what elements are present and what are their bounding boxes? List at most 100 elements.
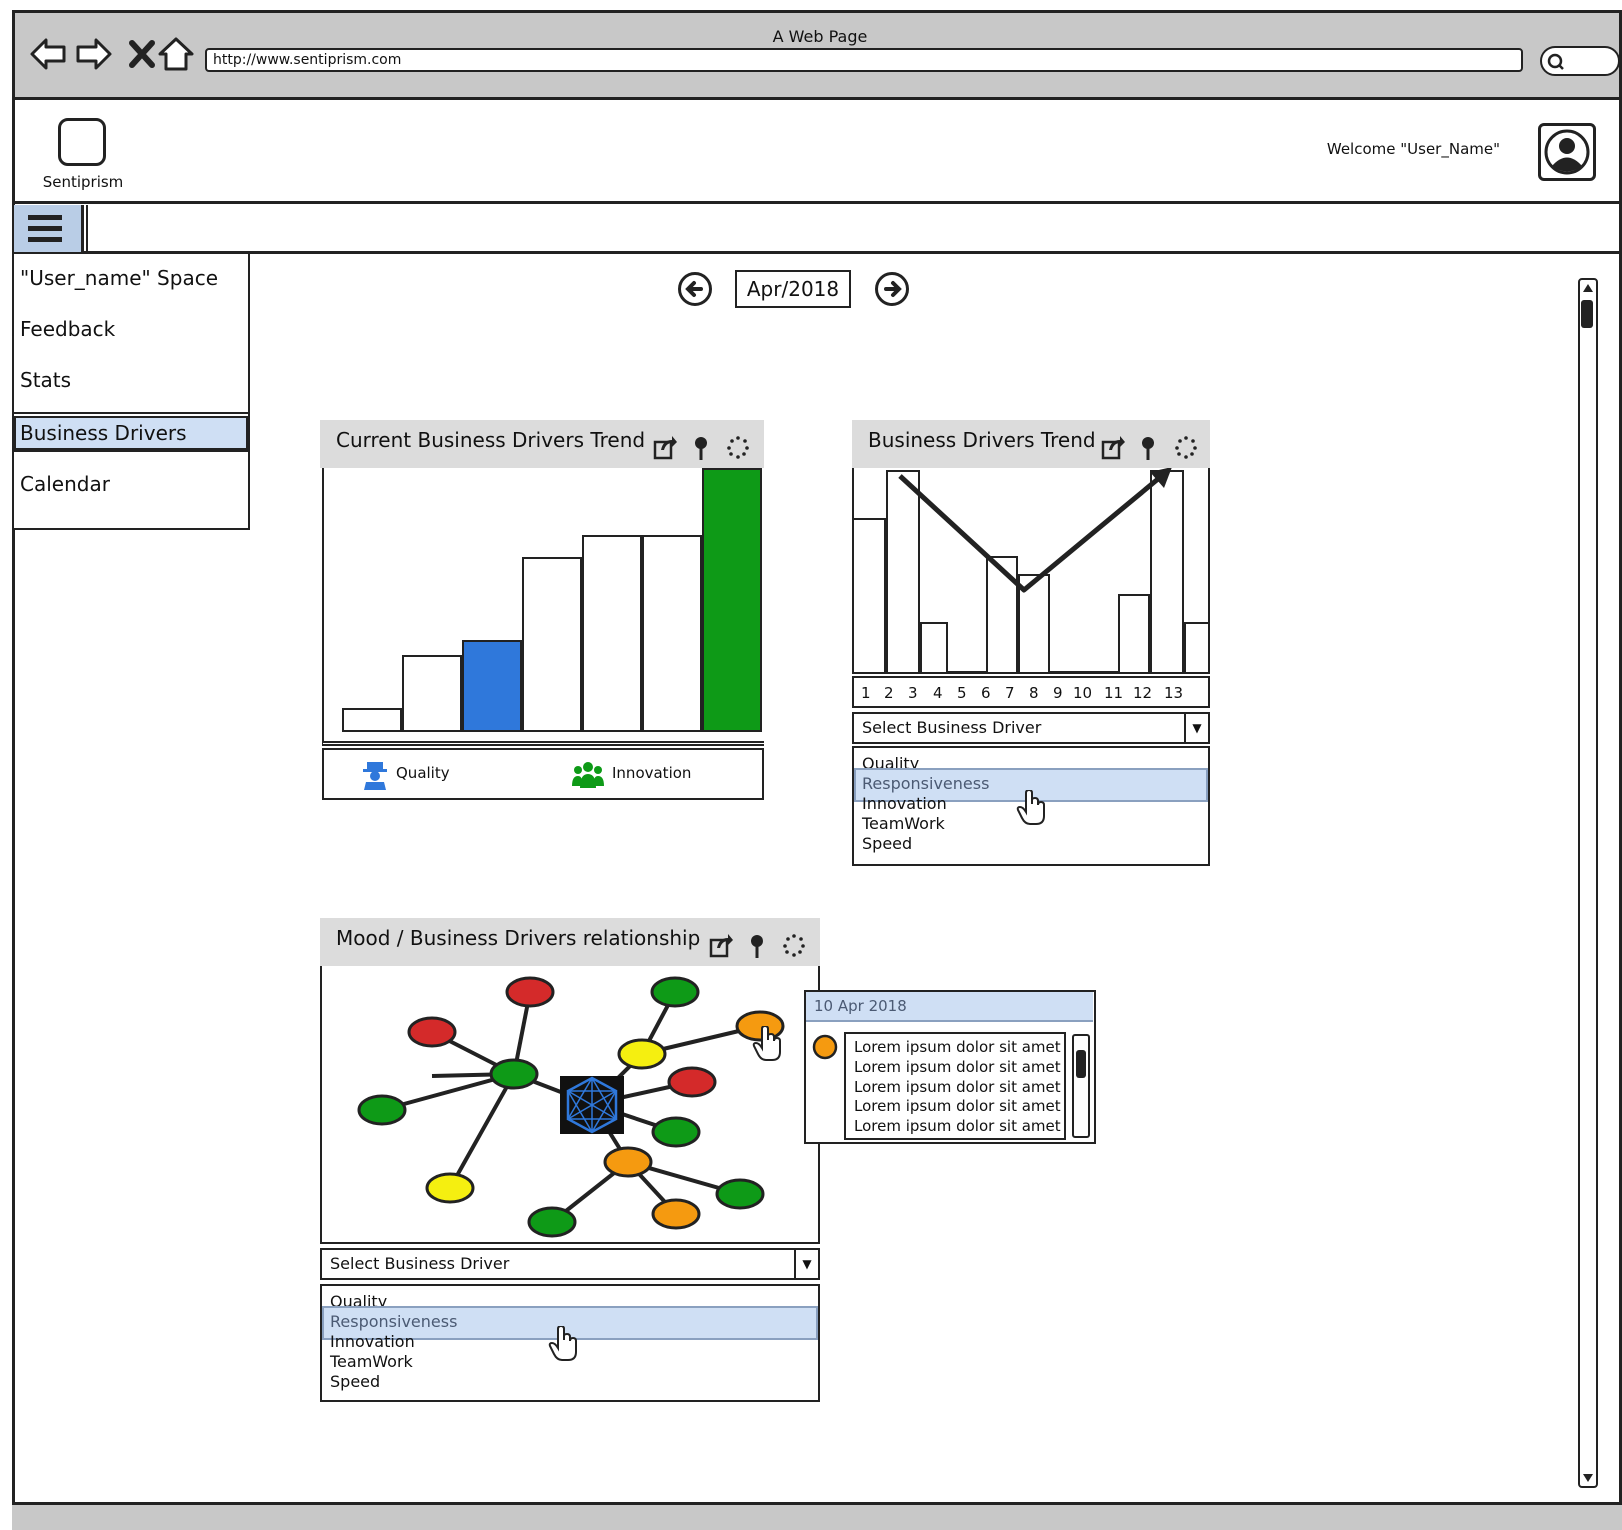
tick-label: 11: [1104, 684, 1124, 702]
node-red: [505, 976, 555, 1008]
node-red: [407, 1016, 457, 1048]
pin-icon[interactable]: [695, 437, 707, 460]
popup-line: Lorem ipsum dolor sit amet: [854, 1097, 1061, 1115]
node-orange: [651, 1198, 701, 1230]
avatar[interactable]: [1538, 123, 1596, 181]
share-icon[interactable]: [1101, 436, 1125, 460]
arrow-right-icon: [884, 281, 902, 297]
sidebar-item-feedback[interactable]: Feedback: [14, 311, 248, 347]
node-orange: [603, 1146, 653, 1178]
chart-legend: Quality Innovation: [322, 748, 764, 800]
popup-scrollbar[interactable]: [1072, 1034, 1090, 1138]
home-icon[interactable]: [156, 34, 196, 74]
scroll-thumb[interactable]: [1581, 300, 1593, 328]
select-label: Select Business Driver: [862, 718, 1042, 737]
forward-icon[interactable]: [74, 34, 114, 74]
panel-mood-title: Mood / Business Drivers relationship: [336, 926, 701, 950]
node-green: [489, 1058, 539, 1090]
popup-line: Lorem ipsum dolor sit amet: [854, 1058, 1061, 1076]
panel-trend-title: Business Drivers Trend: [868, 428, 1096, 452]
quality-icon: [363, 762, 387, 790]
sidebar-divider: [14, 412, 248, 414]
sidebar-item-stats[interactable]: Stats: [14, 362, 248, 398]
panel-mood-tools: [709, 934, 805, 958]
mood-dot-icon: [812, 1034, 838, 1060]
popup-text-list[interactable]: Lorem ipsum dolor sit amet Lorem ipsum d…: [844, 1032, 1066, 1140]
chevron-down-icon[interactable]: ▼: [794, 1250, 818, 1278]
list-item[interactable]: Speed: [862, 834, 912, 853]
back-icon[interactable]: [28, 34, 68, 74]
arrow-left-icon: [685, 281, 703, 297]
logo-text: Sentiprism: [42, 173, 124, 191]
popup-line: Lorem ipsum dolor sit amet: [854, 1038, 1061, 1056]
share-icon[interactable]: [653, 436, 677, 460]
list-item[interactable]: TeamWork: [330, 1352, 413, 1371]
popup-line: Lorem ipsum dolor sit amet: [854, 1117, 1061, 1135]
network-graph: [357, 976, 785, 1238]
innovation-icon: [572, 762, 604, 788]
tick-label: 8: [1029, 684, 1039, 702]
tick-label: 3: [908, 684, 918, 702]
tick-label: 1: [861, 684, 871, 702]
select-label: Select Business Driver: [330, 1254, 510, 1273]
sidebar-item-business-drivers[interactable]: Business Drivers: [14, 416, 248, 450]
node-yellow: [425, 1172, 475, 1204]
chart-bar-quality[interactable]: [462, 640, 522, 732]
window-title: A Web Page: [772, 27, 868, 46]
prev-month-button[interactable]: [678, 272, 712, 306]
sidebar-item-calendar[interactable]: Calendar: [14, 466, 248, 502]
panel-trend-tools: [1101, 436, 1197, 460]
share-icon[interactable]: [709, 934, 733, 958]
scroll-up-icon[interactable]: [1580, 280, 1596, 296]
list-item[interactable]: Innovation: [330, 1332, 415, 1351]
chart-bar[interactable]: [402, 655, 462, 732]
scroll-down-icon[interactable]: [1580, 1470, 1596, 1486]
chart-bar[interactable]: [582, 535, 642, 732]
list-item[interactable]: Speed: [330, 1372, 380, 1391]
detail-popup: 10 Apr 2018 Lorem ipsum dolor sit amet L…: [804, 990, 1096, 1144]
list-item-selected[interactable]: Responsiveness: [862, 774, 989, 793]
browser-search-field[interactable]: [1540, 46, 1620, 76]
popup-date: 10 Apr 2018: [806, 992, 1093, 1022]
list-item-selected[interactable]: Responsiveness: [330, 1312, 457, 1331]
search-icon: [1547, 53, 1564, 70]
mood-driver-select[interactable]: Select Business Driver ▼: [320, 1248, 820, 1280]
chevron-down-icon[interactable]: ▼: [1184, 714, 1208, 742]
next-month-button[interactable]: [875, 272, 909, 306]
hamburger-button[interactable]: [14, 205, 84, 252]
legend-innovation-label: Innovation: [612, 764, 692, 782]
list-item[interactable]: Innovation: [862, 794, 947, 813]
sidebar-item-user-space[interactable]: "User_name" Space: [14, 260, 248, 296]
panel-current-title: Current Business Drivers Trend: [336, 428, 646, 452]
node-green: [357, 1094, 407, 1126]
tick-label: 6: [981, 684, 991, 702]
chart-bar-innovation[interactable]: [702, 468, 762, 732]
scroll-thumb[interactable]: [1076, 1050, 1086, 1078]
tick-label: 7: [1005, 684, 1015, 702]
hamburger-icon: [28, 215, 62, 242]
url-input[interactable]: http://www.sentiprism.com: [205, 48, 1523, 72]
page-scrollbar[interactable]: [1578, 278, 1598, 1488]
tick-label: 9: [1053, 684, 1063, 702]
chart-bar[interactable]: [342, 708, 402, 732]
loading-icon[interactable]: [727, 436, 749, 459]
tick-label: 4: [933, 684, 943, 702]
pin-icon[interactable]: [1142, 437, 1154, 460]
popup-line: Lorem ipsum dolor sit amet: [854, 1078, 1061, 1096]
loading-icon[interactable]: [783, 934, 805, 957]
tick-label: 10: [1073, 684, 1093, 702]
x-axis-ticks: 1 2 3 4 5 6 7 8 9 10 11 12 13: [852, 676, 1210, 708]
pin-icon[interactable]: [751, 935, 763, 958]
chart-bar[interactable]: [642, 535, 702, 732]
trend-driver-select[interactable]: Select Business Driver ▼: [852, 712, 1210, 744]
node-yellow: [617, 1038, 667, 1070]
sidebar-divider: [14, 450, 248, 452]
chart-bar[interactable]: [522, 557, 582, 732]
tick-label: 2: [884, 684, 894, 702]
list-item[interactable]: TeamWork: [862, 814, 945, 833]
hand-cursor-icon: [752, 1026, 781, 1061]
logo-icon[interactable]: [58, 118, 106, 166]
loading-icon[interactable]: [1175, 436, 1197, 459]
user-avatar-icon: [1544, 129, 1590, 175]
tick-label: 12: [1133, 684, 1153, 702]
